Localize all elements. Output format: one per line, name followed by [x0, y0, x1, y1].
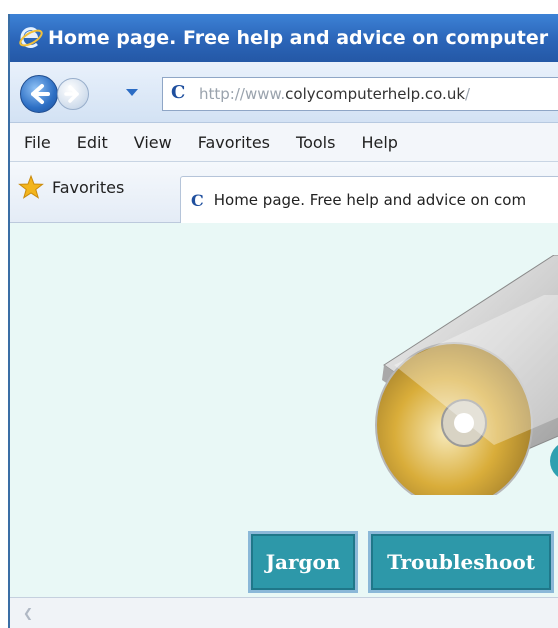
url-text[interactable]: http://www.colycomputerhelp.co.uk/	[199, 85, 470, 103]
menu-help[interactable]: Help	[359, 131, 399, 154]
horizontal-scrollbar[interactable]: ❮	[10, 597, 558, 628]
tab-title: Home page. Free help and advice on com	[213, 191, 527, 209]
menu-favorites[interactable]: Favorites	[196, 131, 272, 154]
dropdown-arrow-icon[interactable]	[124, 85, 140, 99]
url-suffix: /	[465, 85, 471, 103]
menu-tools[interactable]: Tools	[294, 131, 337, 154]
url-prefix: http://www.	[199, 85, 286, 103]
menu-file[interactable]: File	[22, 131, 53, 154]
page-content: Jargon Troubleshoot	[10, 223, 558, 598]
address-toolbar: C http://www.colycomputerhelp.co.uk/	[10, 62, 558, 123]
troubleshoot-button[interactable]: Troubleshoot	[368, 531, 554, 593]
ie-logo-icon	[19, 27, 43, 48]
title-bar: Home page. Free help and advice on compu…	[10, 14, 558, 62]
menu-bar: File Edit View Favorites Tools Help	[10, 123, 558, 162]
url-domain: colycomputerhelp.co.uk	[285, 85, 466, 103]
back-button[interactable]	[20, 75, 58, 113]
favorites-star-icon	[18, 174, 44, 199]
menu-view[interactable]: View	[132, 131, 174, 154]
cd-drive-illustration	[375, 255, 558, 495]
forward-button[interactable]	[57, 78, 89, 110]
jargon-button[interactable]: Jargon	[248, 531, 358, 593]
tab-home-page[interactable]: C Home page. Free help and advice on com	[180, 176, 558, 223]
site-favicon-icon: C	[171, 82, 186, 103]
window-title: Home page. Free help and advice on compu…	[48, 27, 549, 49]
favorites-button[interactable]: Favorites	[18, 174, 124, 200]
forward-arrow-icon	[64, 85, 79, 103]
back-arrow-icon	[31, 84, 50, 104]
favorites-label: Favorites	[52, 177, 125, 197]
site-favicon-icon: C	[191, 190, 204, 210]
menu-edit[interactable]: Edit	[75, 131, 110, 154]
address-input[interactable]: C http://www.colycomputerhelp.co.uk/	[162, 77, 558, 111]
scroll-left-icon[interactable]: ❮	[20, 605, 36, 621]
favorites-bar: Favorites C Home page. Free help and adv…	[10, 162, 558, 223]
browser-window: Home page. Free help and advice on compu…	[8, 14, 558, 628]
